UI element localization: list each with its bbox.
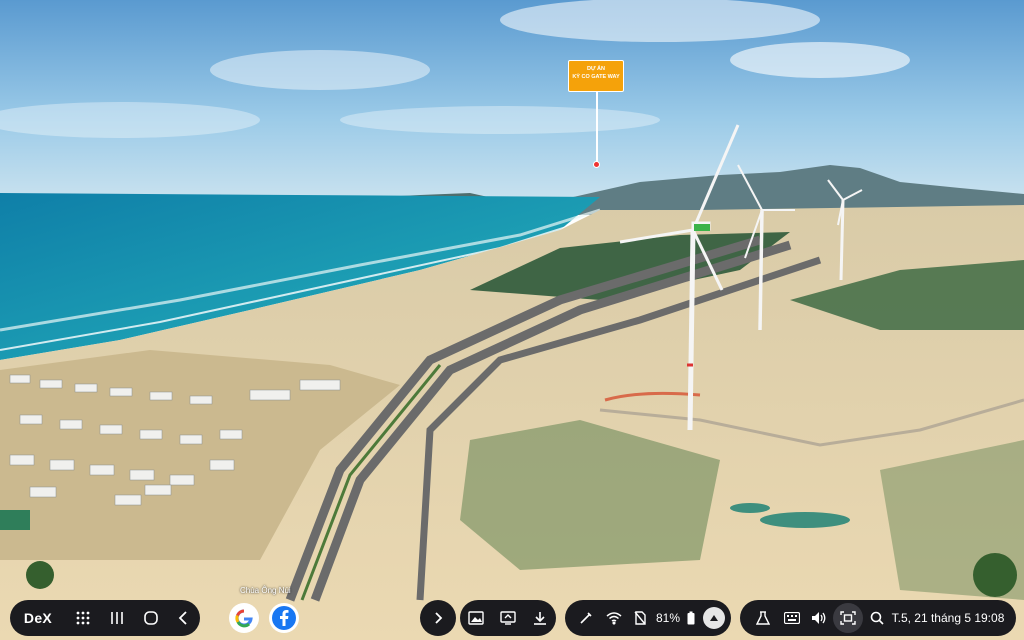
- back-icon[interactable]: [168, 600, 198, 636]
- map-place-label: Chùa Ông Núi: [240, 586, 291, 595]
- no-sim-icon: [627, 600, 653, 636]
- recents-icon[interactable]: [100, 600, 134, 636]
- status-group: 81%: [565, 600, 731, 636]
- volume-icon[interactable]: [806, 600, 832, 636]
- caret-up-icon[interactable]: [699, 600, 729, 636]
- system-tray: T.5, 21 tháng 5 19:08: [740, 600, 1016, 636]
- panorama-background: [0, 0, 1024, 640]
- google-icon[interactable]: [229, 603, 259, 633]
- download-icon[interactable]: [524, 600, 556, 636]
- navigation-group: DeX: [10, 600, 200, 636]
- project-pin-label[interactable]: DỰ ÁN KỲ CO GATE WAY: [568, 60, 624, 92]
- screenshot-icon[interactable]: [832, 600, 864, 636]
- pin-subtitle: KỲ CO GATE WAY: [572, 73, 620, 80]
- pin-title: DỰ ÁN: [586, 66, 605, 72]
- chevron-right-icon[interactable]: [420, 600, 456, 636]
- battery-percent: 81%: [655, 611, 681, 625]
- pen-icon[interactable]: [571, 600, 601, 636]
- dex-button[interactable]: DeX: [10, 600, 66, 636]
- flask-icon[interactable]: [748, 600, 778, 636]
- keyboard-icon[interactable]: [778, 600, 806, 636]
- gallery-icon[interactable]: [460, 600, 492, 636]
- pin-marker-icon[interactable]: [593, 161, 600, 168]
- wifi-icon: [601, 600, 627, 636]
- apps-grid-icon[interactable]: [66, 600, 100, 636]
- pin-stem: [596, 92, 598, 164]
- quick-actions-group: [460, 600, 556, 636]
- battery-icon: [683, 600, 699, 636]
- search-icon[interactable]: [864, 600, 890, 636]
- clock-datetime[interactable]: T.5, 21 tháng 5 19:08: [890, 600, 1006, 636]
- home-icon[interactable]: [134, 600, 168, 636]
- screen-mirror-icon[interactable]: [492, 600, 524, 636]
- facebook-icon[interactable]: [269, 603, 299, 633]
- dex-taskbar: DeX 81% T.5, 21 tháng 5 19:08: [0, 598, 1024, 640]
